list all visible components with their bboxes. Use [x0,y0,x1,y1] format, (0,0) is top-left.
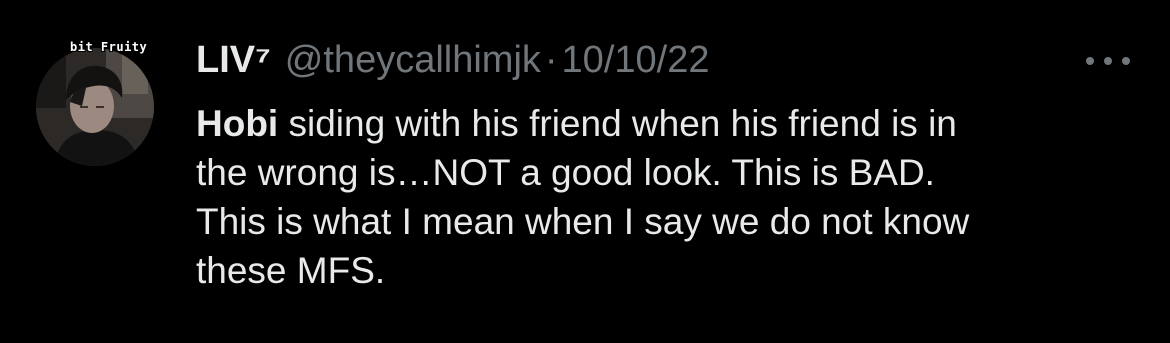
avatar-image [36,48,154,166]
tweet-bold-word: Hobi [196,103,279,144]
separator-dot: · [544,39,558,81]
timestamp[interactable]: 10/10/22 [562,36,710,84]
tweet-text-line: This is what I mean when I say we do not… [196,201,970,242]
more-dot [1104,57,1112,65]
user-handle[interactable]: @theycallhimjk [285,36,541,84]
display-name[interactable]: LIV⁷ [196,36,271,84]
tweet[interactable]: bit Fruity LIV⁷ @theycallhimjk · 10/10/2… [0,0,1170,343]
more-dot [1086,57,1094,65]
tweet-text-segment: siding with his friend when his friend i… [278,103,957,144]
tweet-header: LIV⁷ @theycallhimjk · 10/10/22 [196,36,709,84]
more-options-icon[interactable] [1086,46,1130,76]
more-dot [1122,57,1130,65]
tweet-text-line: the wrong is…NOT a good look. This is BA… [196,152,935,193]
tweet-text-line: Hobi siding with his friend when his fri… [196,99,1156,148]
avatar[interactable] [36,48,154,166]
author-avatar-link[interactable]: bit Fruity [36,40,154,170]
tweet-text: Hobi siding with his friend when his fri… [196,99,1156,295]
tweet-text-line: these MFS. [196,250,386,291]
avatar-badge: bit Fruity [70,40,148,54]
